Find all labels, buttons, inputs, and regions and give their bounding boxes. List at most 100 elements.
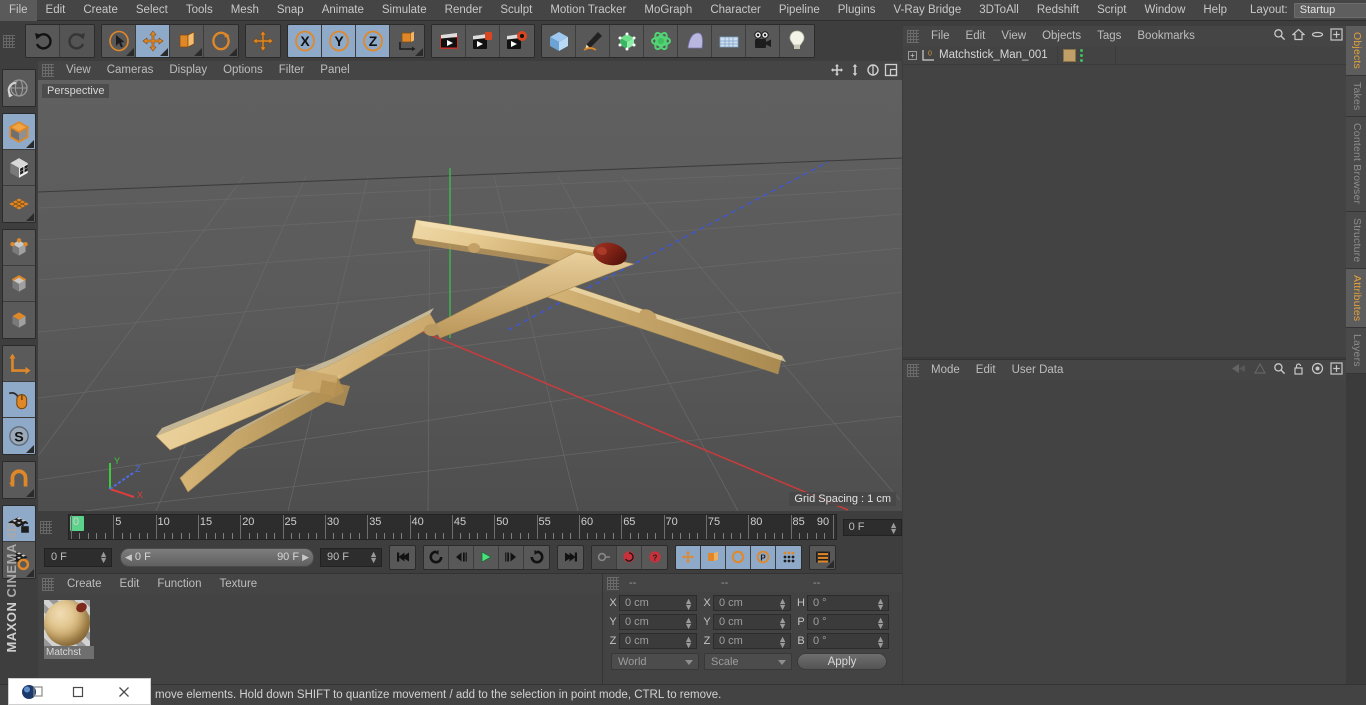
viewport-menu-panel[interactable]: Panel [312, 61, 357, 80]
spinner-icon[interactable]: ▲▼ [684, 617, 693, 629]
target-icon[interactable] [1311, 362, 1324, 375]
add-environment-button[interactable] [678, 25, 712, 57]
menu-3dtoall[interactable]: 3DToAll [970, 0, 1028, 21]
current-frame-field[interactable]: 0 F ▲▼ [44, 548, 112, 567]
maximize-view-icon[interactable] [884, 63, 898, 77]
material-menu-edit[interactable]: Edit [111, 574, 149, 594]
render-settings-button[interactable] [500, 25, 534, 57]
object-menu-objects[interactable]: Objects [1034, 26, 1089, 46]
coordinate-rotation-input[interactable]: 0 °▲▼ [807, 595, 889, 611]
vertical-tab-attributes[interactable]: Attributes [1346, 269, 1366, 328]
coordinate-size-input[interactable]: 0 cm▲▼ [713, 595, 791, 611]
next-frame-button[interactable] [499, 546, 524, 569]
previous-frame-button[interactable] [449, 546, 474, 569]
menu-sculpt[interactable]: Sculpt [491, 0, 541, 21]
rotate-view-icon[interactable] [866, 63, 880, 77]
material-chip[interactable]: Matchst [44, 600, 94, 659]
undo-view-button[interactable] [3, 70, 35, 106]
viewport-menu-filter[interactable]: Filter [271, 61, 313, 80]
close-window-button[interactable] [101, 678, 147, 705]
right-arrow-icon[interactable] [1253, 362, 1267, 375]
add-floor-button[interactable] [712, 25, 746, 57]
menu-help[interactable]: Help [1194, 0, 1236, 21]
record-active-objects-button[interactable] [592, 546, 617, 569]
rotate-tool[interactable] [204, 25, 238, 57]
search-icon[interactable] [1273, 28, 1286, 41]
end-frame-field[interactable]: 90 F ▲▼ [320, 548, 382, 567]
attribute-menu-edit[interactable]: Edit [968, 360, 1004, 380]
coordinate-size-input[interactable]: 0 cm▲▼ [713, 633, 791, 649]
add-deformer-button[interactable] [644, 25, 678, 57]
menu-character[interactable]: Character [701, 0, 770, 21]
menu-animate[interactable]: Animate [313, 0, 373, 21]
timeline-grip-icon[interactable] [40, 521, 52, 534]
coordinate-rotation-input[interactable]: 0 °▲▼ [807, 614, 889, 630]
visibility-dots-icon[interactable] [1080, 49, 1083, 62]
menu-render[interactable]: Render [436, 0, 492, 21]
attribute-menu-mode[interactable]: Mode [923, 360, 968, 380]
spinner-icon[interactable]: ▲▼ [778, 598, 787, 610]
play-forwards-button[interactable] [474, 546, 499, 569]
lock-y-axis-button[interactable]: Y [322, 25, 356, 57]
object-axis-mode-button[interactable] [3, 346, 35, 382]
points-mode-button[interactable] [3, 230, 35, 266]
add-generator-button[interactable] [610, 25, 644, 57]
render-view-button[interactable] [432, 25, 466, 57]
menu-snap[interactable]: Snap [268, 0, 313, 21]
attribute-manager-grip-icon[interactable] [907, 364, 919, 377]
play-backwards-button[interactable] [424, 546, 449, 569]
parameter-key-button[interactable]: P [751, 546, 776, 569]
object-menu-tags[interactable]: Tags [1089, 26, 1129, 46]
menu-redshift[interactable]: Redshift [1028, 0, 1088, 21]
coordinates-grip-icon[interactable] [607, 577, 619, 590]
home-icon[interactable] [1292, 28, 1305, 41]
spinner-icon[interactable]: ▲▼ [876, 617, 885, 629]
viewport-menu-options[interactable]: Options [215, 61, 271, 80]
spinner-icon[interactable]: ▲▼ [778, 617, 787, 629]
zoom-view-icon[interactable] [848, 63, 862, 77]
minimize-window-button[interactable] [55, 678, 101, 705]
edges-mode-button[interactable] [3, 266, 35, 302]
minimize-icon[interactable] [1311, 28, 1324, 41]
undo-button[interactable] [26, 25, 60, 57]
menu-tools[interactable]: Tools [177, 0, 222, 21]
render-to-picture-viewer-button[interactable] [466, 25, 500, 57]
spinner-icon[interactable]: ▲▼ [369, 551, 378, 563]
menu-edit[interactable]: Edit [37, 0, 75, 21]
scale-key-button[interactable] [701, 546, 726, 569]
material-tag-icon[interactable] [1063, 49, 1076, 62]
object-menu-edit[interactable]: Edit [958, 26, 994, 46]
size-mode-select[interactable]: Scale [704, 653, 792, 670]
point-level-animation-button[interactable] [776, 546, 801, 569]
object-menu-file[interactable]: File [923, 26, 958, 46]
expand-toggle-icon[interactable]: + [908, 51, 917, 60]
move-tool[interactable] [136, 25, 170, 57]
left-arrow-icon[interactable] [1231, 362, 1247, 375]
app-icon[interactable] [9, 678, 55, 705]
polygons-mode-button[interactable] [3, 302, 35, 338]
timeline-filmstrip-button[interactable] [810, 546, 835, 569]
autokeying-button[interactable] [617, 546, 642, 569]
redo-button[interactable] [60, 25, 94, 57]
position-key-button[interactable] [676, 546, 701, 569]
coordinate-rotation-input[interactable]: 0 °▲▼ [807, 633, 889, 649]
current-frame-field-top[interactable]: 0 F ▲▼ [843, 519, 902, 536]
loop-button[interactable] [524, 546, 549, 569]
spinner-icon[interactable]: ▲▼ [889, 522, 898, 534]
add-spline-button[interactable] [576, 25, 610, 57]
attribute-menu-user-data[interactable]: User Data [1004, 360, 1072, 380]
maximize-icon[interactable] [1330, 362, 1343, 375]
rotation-key-button[interactable] [726, 546, 751, 569]
viewport-menu-display[interactable]: Display [161, 61, 215, 80]
lock-z-axis-button[interactable]: Z [356, 25, 390, 57]
material-menu-function[interactable]: Function [148, 574, 210, 594]
viewport-menu-cameras[interactable]: Cameras [99, 61, 162, 80]
menu-simulate[interactable]: Simulate [373, 0, 436, 21]
material-grip-icon[interactable] [42, 578, 54, 591]
layout-select[interactable]: Startup [1294, 3, 1366, 18]
viewport-grip-icon[interactable] [42, 64, 54, 77]
toolbar-grip-icon[interactable] [3, 35, 15, 48]
vertical-tab-objects[interactable]: Objects [1346, 26, 1366, 76]
object-menu-view[interactable]: View [993, 26, 1034, 46]
timeline-ruler[interactable]: 051015202530354045505560657075808590 [68, 514, 837, 540]
